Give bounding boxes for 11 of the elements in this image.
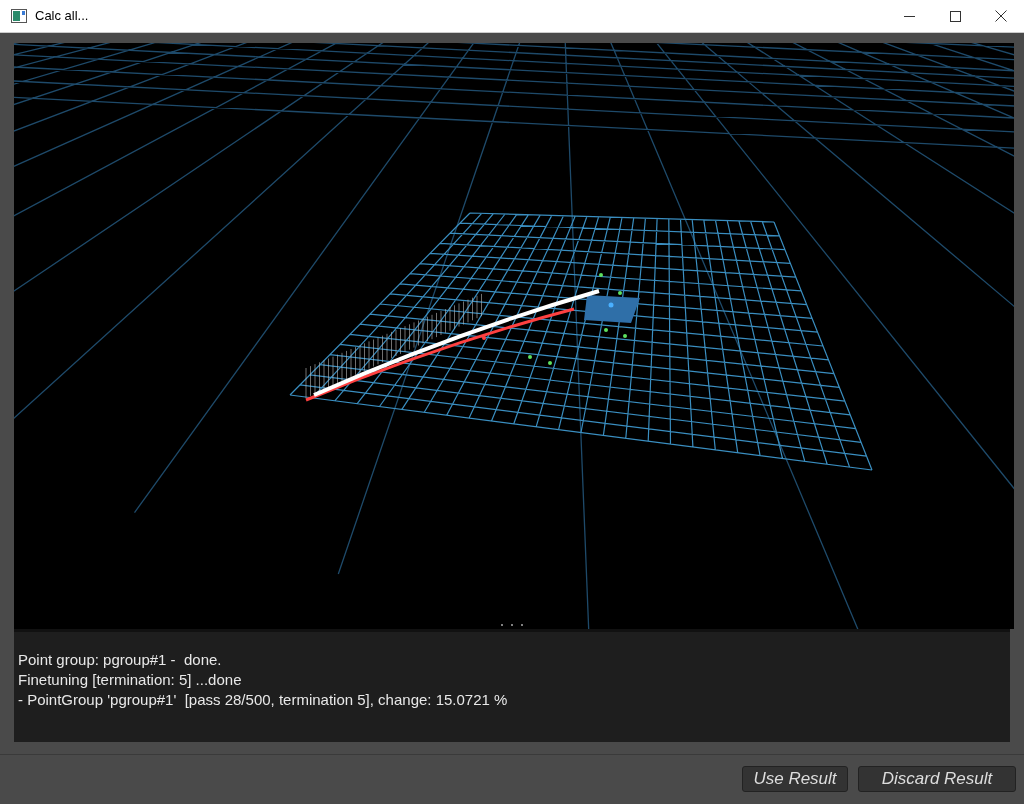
window-title: Calc all... [35, 7, 89, 26]
3d-scene-drawing[interactable] [14, 43, 1014, 629]
log-line: - PointGroup 'pgroup#1' [pass 28/500, termination 5], change: 15.0721 % [18, 690, 509, 710]
minimize-icon [903, 15, 915, 17]
discard-result-button[interactable]: Discard Result [858, 766, 1016, 792]
app-icon [11, 9, 27, 23]
log-line: Finetuning [termination: 5] ...done [18, 670, 243, 690]
use-result-button[interactable]: Use Result [742, 766, 848, 792]
log-line: Point group: pgroup#1 - done. [18, 650, 223, 670]
close-icon [995, 10, 1007, 22]
maximize-icon [949, 10, 961, 22]
